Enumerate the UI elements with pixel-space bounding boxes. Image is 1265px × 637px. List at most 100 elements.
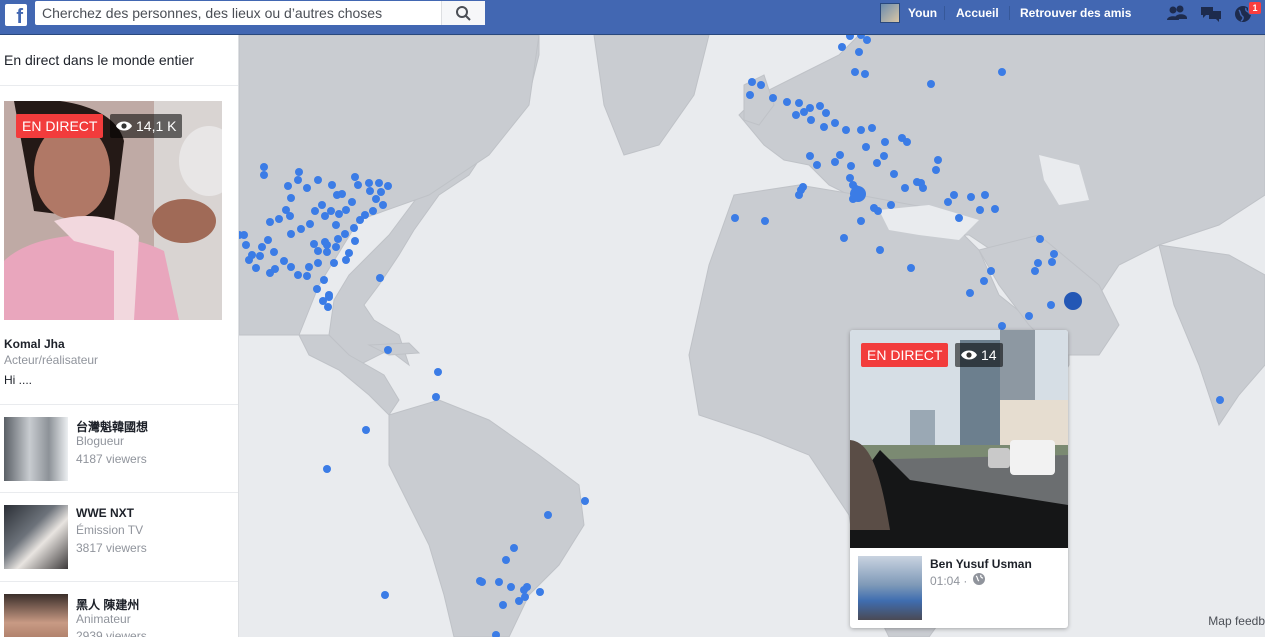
live-broadcast-marker[interactable] <box>328 181 336 189</box>
live-broadcast-marker[interactable] <box>280 257 288 265</box>
find-friends-link[interactable]: Retrouver des amis <box>1020 6 1131 20</box>
broadcaster-name[interactable]: WWE NXT <box>76 506 134 520</box>
live-broadcast-marker[interactable] <box>863 36 871 44</box>
live-broadcast-marker[interactable] <box>258 243 266 251</box>
live-broadcast-marker[interactable] <box>369 207 377 215</box>
live-broadcast-marker[interactable] <box>907 264 915 272</box>
search-button[interactable] <box>441 1 485 25</box>
live-broadcast-marker-large[interactable] <box>850 186 866 202</box>
live-broadcast-marker[interactable] <box>351 237 359 245</box>
live-broadcast-marker[interactable] <box>287 194 295 202</box>
live-broadcast-marker[interactable] <box>544 511 552 519</box>
live-broadcast-marker[interactable] <box>861 70 869 78</box>
friend-requests-button[interactable] <box>1165 3 1189 25</box>
live-broadcast-marker[interactable] <box>838 43 846 51</box>
live-broadcast-marker[interactable] <box>478 578 486 586</box>
live-broadcast-marker[interactable] <box>799 183 807 191</box>
live-broadcast-marker[interactable] <box>1050 250 1058 258</box>
live-broadcast-marker[interactable] <box>351 173 359 181</box>
live-broadcast-marker[interactable] <box>342 206 350 214</box>
live-broadcast-marker[interactable] <box>806 152 814 160</box>
live-broadcast-marker[interactable] <box>434 368 442 376</box>
live-broadcast-marker[interactable] <box>356 216 364 224</box>
live-broadcast-marker[interactable] <box>1036 235 1044 243</box>
live-broadcast-marker[interactable] <box>748 78 756 86</box>
live-broadcast-marker[interactable] <box>950 191 958 199</box>
live-broadcast-marker[interactable] <box>857 126 865 134</box>
video-thumbnail[interactable] <box>4 505 68 569</box>
live-broadcast-marker[interactable] <box>873 159 881 167</box>
live-broadcast-marker[interactable] <box>332 243 340 251</box>
live-broadcast-marker[interactable] <box>295 168 303 176</box>
live-broadcast-marker[interactable] <box>981 191 989 199</box>
live-broadcast-marker[interactable] <box>365 179 373 187</box>
live-broadcast-marker[interactable] <box>507 583 515 591</box>
live-video-popup[interactable]: EN DIRECT 14 Ben Yusuf Usman 01:04 · <box>850 330 1068 628</box>
live-broadcast-marker[interactable] <box>731 214 739 222</box>
live-broadcast-marker[interactable] <box>318 201 326 209</box>
broadcaster-name[interactable]: 黑人 陳建州 <box>76 596 139 613</box>
live-broadcast-marker[interactable] <box>934 156 942 164</box>
video-thumbnail[interactable] <box>4 417 68 481</box>
live-broadcast-marker[interactable] <box>332 221 340 229</box>
live-broadcast-marker[interactable] <box>806 104 814 112</box>
live-broadcast-marker[interactable] <box>822 109 830 117</box>
live-broadcast-marker[interactable] <box>242 241 250 249</box>
live-broadcast-marker[interactable] <box>314 176 322 184</box>
live-broadcast-marker[interactable] <box>880 152 888 160</box>
live-broadcast-marker[interactable] <box>927 80 935 88</box>
featured-video-thumbnail[interactable]: EN DIRECT 14,1 K <box>4 101 222 320</box>
live-broadcast-marker[interactable] <box>270 248 278 256</box>
live-broadcast-marker[interactable] <box>761 217 769 225</box>
facebook-logo[interactable]: f <box>5 4 27 26</box>
live-broadcast-marker[interactable] <box>432 393 440 401</box>
live-map[interactable]: Map feedb <box>239 35 1265 637</box>
live-broadcast-marker[interactable] <box>303 184 311 192</box>
live-broadcast-marker[interactable] <box>874 207 882 215</box>
live-broadcast-marker[interactable] <box>847 162 855 170</box>
live-broadcast-marker[interactable] <box>372 195 380 203</box>
live-broadcast-marker[interactable] <box>320 276 328 284</box>
map-feedback-link[interactable]: Map feedb <box>1208 614 1265 628</box>
live-broadcast-marker[interactable] <box>323 465 331 473</box>
live-broadcast-marker[interactable] <box>876 246 884 254</box>
live-broadcast-marker[interactable] <box>321 212 329 220</box>
live-broadcast-marker[interactable] <box>868 124 876 132</box>
home-link[interactable]: Accueil <box>956 6 999 20</box>
live-broadcast-marker[interactable] <box>376 274 384 282</box>
video-thumbnail[interactable] <box>4 594 68 637</box>
live-broadcast-marker[interactable] <box>813 161 821 169</box>
live-broadcast-marker[interactable] <box>795 191 803 199</box>
live-broadcast-marker[interactable] <box>345 249 353 257</box>
live-broadcast-marker[interactable] <box>932 166 940 174</box>
live-broadcast-marker[interactable] <box>314 259 322 267</box>
live-broadcast-marker[interactable] <box>998 68 1006 76</box>
live-broadcast-marker[interactable] <box>846 174 854 182</box>
live-broadcast-marker[interactable] <box>306 220 314 228</box>
live-broadcast-marker[interactable] <box>379 201 387 209</box>
live-broadcast-marker[interactable] <box>256 252 264 260</box>
live-broadcast-marker[interactable] <box>955 214 963 222</box>
live-broadcast-marker[interactable] <box>901 184 909 192</box>
live-broadcast-marker[interactable] <box>375 179 383 187</box>
live-broadcast-marker[interactable] <box>324 303 332 311</box>
live-broadcast-marker[interactable] <box>286 212 294 220</box>
live-broadcast-marker[interactable] <box>1048 258 1056 266</box>
live-broadcast-marker[interactable] <box>264 236 272 244</box>
live-broadcast-marker[interactable] <box>855 48 863 56</box>
live-broadcast-marker[interactable] <box>325 293 333 301</box>
live-broadcast-marker[interactable] <box>330 259 338 267</box>
live-broadcast-marker-large[interactable] <box>1064 292 1082 310</box>
live-broadcast-marker[interactable] <box>846 35 854 40</box>
live-broadcast-marker[interactable] <box>248 251 256 259</box>
live-broadcast-marker[interactable] <box>321 238 329 246</box>
live-broadcast-marker[interactable] <box>857 217 865 225</box>
world-map[interactable] <box>239 35 1265 637</box>
live-broadcast-marker[interactable] <box>581 497 589 505</box>
live-broadcast-marker[interactable] <box>831 158 839 166</box>
live-broadcast-marker[interactable] <box>384 346 392 354</box>
live-broadcast-marker[interactable] <box>294 176 302 184</box>
live-broadcast-marker[interactable] <box>510 544 518 552</box>
live-broadcast-marker[interactable] <box>381 591 389 599</box>
live-broadcast-marker[interactable] <box>903 138 911 146</box>
